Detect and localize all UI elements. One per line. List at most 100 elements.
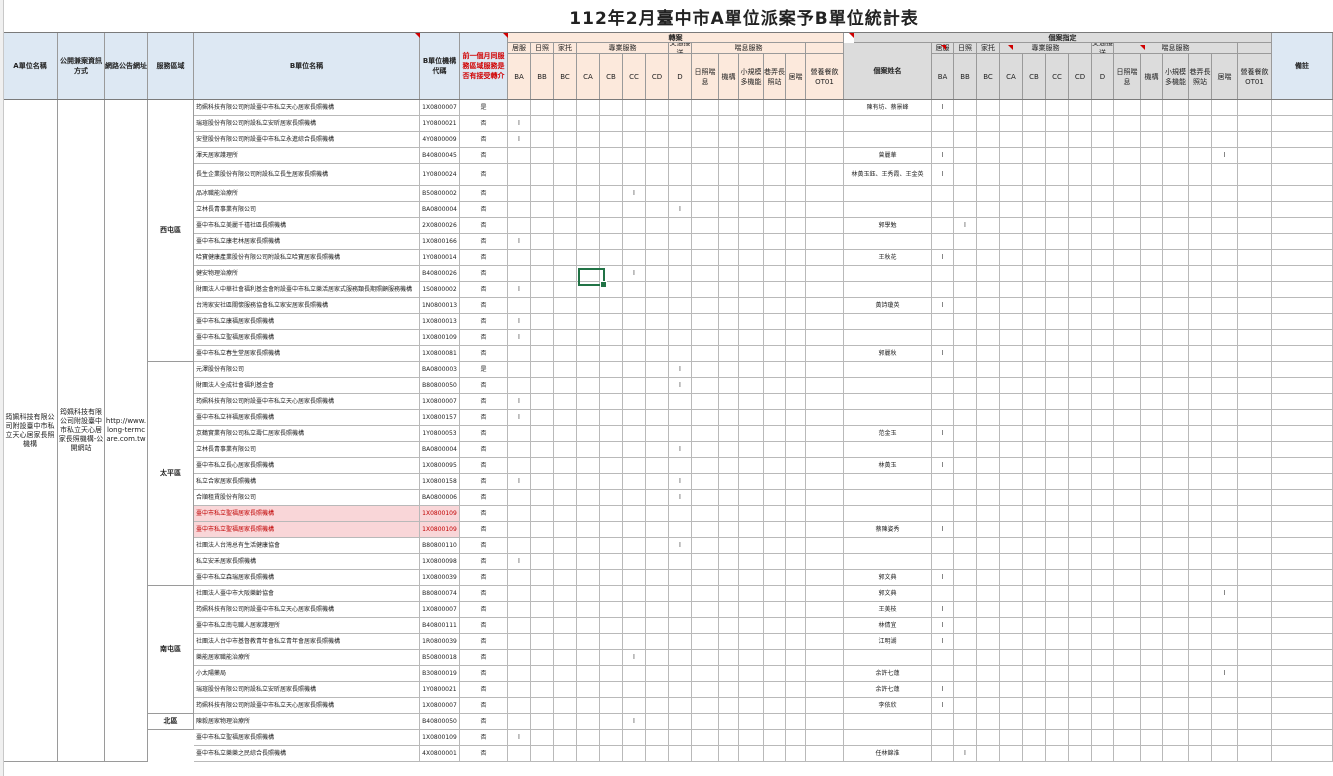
case-cell[interactable] — [1238, 458, 1272, 474]
case-cell[interactable] — [1238, 474, 1272, 490]
b-unit-code[interactable]: 2X0800026 — [420, 218, 460, 234]
case-cell[interactable] — [954, 378, 977, 394]
case-cell[interactable] — [1238, 570, 1272, 586]
refer-cell[interactable] — [623, 330, 646, 346]
case-cell[interactable] — [954, 186, 977, 202]
case-cell[interactable] — [1141, 116, 1163, 132]
case-cell[interactable] — [1163, 522, 1189, 538]
refer-cell[interactable] — [739, 650, 764, 666]
refer-cell[interactable] — [806, 314, 844, 330]
case-cell[interactable] — [1000, 442, 1023, 458]
refer-cell[interactable] — [531, 746, 554, 762]
refer-cell[interactable] — [508, 682, 531, 698]
refer-cell[interactable] — [764, 698, 786, 714]
case-cell[interactable] — [1069, 234, 1092, 250]
case-cell[interactable] — [1000, 164, 1023, 186]
refer-cell[interactable] — [739, 426, 764, 442]
comment-indicator-icon[interactable] — [503, 33, 508, 38]
refer-cell[interactable]: l — [669, 442, 692, 458]
refer-cell[interactable] — [719, 730, 739, 746]
case-cell[interactable] — [1000, 650, 1023, 666]
refer-cell[interactable] — [531, 330, 554, 346]
refer-cell[interactable] — [806, 298, 844, 314]
case-name[interactable] — [844, 266, 932, 282]
b-unit-code[interactable]: 4Y0800009 — [420, 132, 460, 148]
refer-cell[interactable] — [739, 346, 764, 362]
b-unit-name[interactable]: 長生企業股份有限公司附設私立長生居家長照機構 — [194, 164, 420, 186]
case-cell[interactable] — [1023, 426, 1046, 442]
refer-cell[interactable] — [719, 474, 739, 490]
case-name[interactable]: 任林錦淮 — [844, 746, 932, 762]
refer-cell[interactable] — [600, 314, 623, 330]
refer-cell[interactable] — [600, 218, 623, 234]
remark-cell[interactable] — [1272, 410, 1333, 426]
case-cell[interactable] — [1163, 164, 1189, 186]
refer-cell[interactable] — [531, 618, 554, 634]
refer-cell[interactable] — [739, 714, 764, 730]
case-cell[interactable] — [1163, 218, 1189, 234]
refer-cell[interactable] — [764, 442, 786, 458]
case-name[interactable]: 郭麗秋 — [844, 346, 932, 362]
case-cell[interactable] — [1163, 442, 1189, 458]
b-unit-name[interactable]: 品冰職能治療所 — [194, 186, 420, 202]
case-cell[interactable] — [1092, 116, 1114, 132]
case-cell[interactable] — [954, 314, 977, 330]
case-cell[interactable] — [1163, 116, 1189, 132]
case-cell[interactable] — [1023, 618, 1046, 634]
refer-cell[interactable] — [623, 730, 646, 746]
refer-cell[interactable] — [786, 746, 806, 762]
refer-cell[interactable] — [531, 218, 554, 234]
refer-cell[interactable] — [764, 346, 786, 362]
case-cell[interactable] — [1141, 100, 1163, 116]
case-cell[interactable] — [1000, 218, 1023, 234]
refer-cell[interactable] — [764, 282, 786, 298]
case-cell[interactable] — [1238, 602, 1272, 618]
refer-cell[interactable] — [577, 570, 600, 586]
case-name[interactable] — [844, 410, 932, 426]
refer-cell[interactable] — [600, 132, 623, 148]
accept-flag[interactable]: 否 — [460, 266, 508, 282]
case-cell[interactable] — [1238, 164, 1272, 186]
case-cell[interactable] — [1023, 538, 1046, 554]
case-cell[interactable] — [1163, 714, 1189, 730]
refer-cell[interactable] — [669, 426, 692, 442]
case-cell[interactable] — [1000, 730, 1023, 746]
refer-cell[interactable] — [577, 458, 600, 474]
case-cell[interactable] — [954, 202, 977, 218]
refer-cell[interactable] — [531, 314, 554, 330]
case-cell[interactable] — [1141, 202, 1163, 218]
refer-cell[interactable] — [739, 570, 764, 586]
case-cell[interactable] — [1141, 164, 1163, 186]
case-cell[interactable] — [1163, 698, 1189, 714]
refer-cell[interactable] — [806, 330, 844, 346]
refer-cell[interactable] — [623, 234, 646, 250]
refer-cell[interactable] — [669, 730, 692, 746]
refer-cell[interactable] — [646, 714, 669, 730]
refer-cell[interactable] — [669, 682, 692, 698]
refer-cell[interactable] — [646, 298, 669, 314]
refer-cell[interactable] — [623, 618, 646, 634]
refer-cell[interactable] — [554, 746, 577, 762]
refer-cell[interactable] — [786, 714, 806, 730]
case-cell[interactable] — [977, 506, 1000, 522]
refer-cell[interactable] — [764, 634, 786, 650]
refer-cell[interactable] — [554, 250, 577, 266]
case-cell[interactable] — [932, 474, 954, 490]
refer-cell[interactable] — [786, 346, 806, 362]
case-cell[interactable] — [1212, 218, 1238, 234]
refer-cell[interactable] — [806, 474, 844, 490]
refer-cell[interactable] — [806, 490, 844, 506]
refer-cell[interactable] — [577, 634, 600, 650]
refer-cell[interactable] — [623, 100, 646, 116]
case-cell[interactable] — [1092, 442, 1114, 458]
case-cell[interactable] — [954, 234, 977, 250]
case-cell[interactable] — [1114, 714, 1141, 730]
case-cell[interactable] — [1023, 650, 1046, 666]
case-cell[interactable] — [932, 202, 954, 218]
case-cell[interactable] — [1000, 426, 1023, 442]
refer-cell[interactable] — [623, 458, 646, 474]
case-cell[interactable] — [1114, 442, 1141, 458]
comment-indicator-icon[interactable] — [941, 45, 946, 50]
refer-cell[interactable] — [508, 266, 531, 282]
refer-cell[interactable] — [692, 634, 719, 650]
